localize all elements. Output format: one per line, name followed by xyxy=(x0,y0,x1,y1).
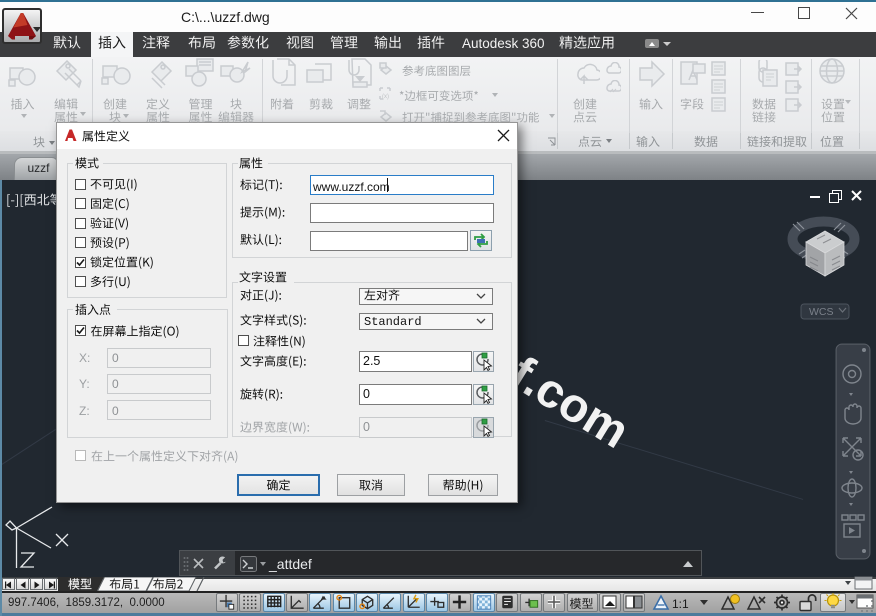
svg-text:(x): (x) xyxy=(382,94,389,100)
svg-text:WCS: WCS xyxy=(809,306,834,318)
